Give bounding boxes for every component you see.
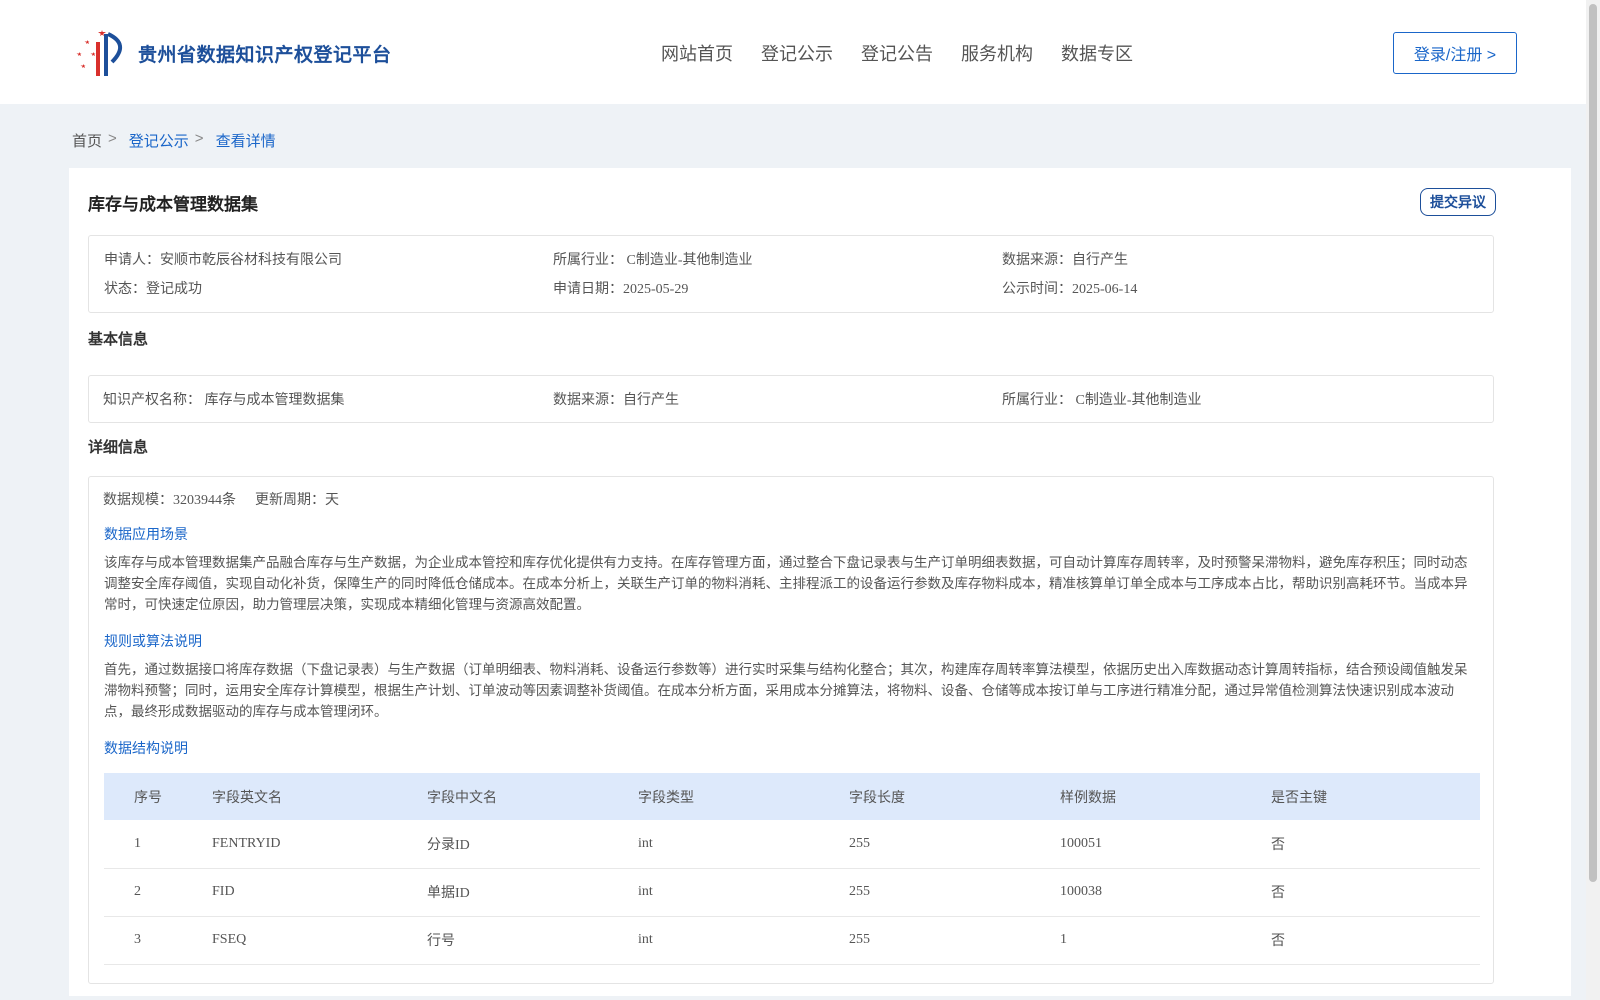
summary-box: 申请人：安顺市乾辰谷材科技有限公司 所属行业： C制造业-其他制造业 数据来源：… [88, 235, 1494, 313]
column-header-chinese-name: 字段中文名 [427, 790, 497, 806]
breadcrumb: 首页 > 登记公示 > 查看详情 [72, 130, 276, 151]
table-row: 2 FID 单据ID int 255 100038 否 [104, 868, 1480, 917]
cell-english-name: FSEQ [182, 916, 397, 965]
application-scene-heading: 数据应用场景 [104, 526, 188, 542]
breadcrumb-separator: > [108, 130, 117, 147]
breadcrumb-view-detail[interactable]: 查看详情 [216, 130, 276, 151]
detail-info-heading: 详细信息 [88, 440, 149, 456]
nav-item-service-agencies[interactable]: 服务机构 [961, 40, 1033, 66]
nav-item-data-zone[interactable]: 数据专区 [1061, 40, 1133, 66]
cell-chinese-name: 行号 [397, 916, 608, 965]
nav-item-registration-notice[interactable]: 登记公告 [861, 40, 933, 66]
ip-name-field: 知识产权名称： 库存与成本管理数据集 [103, 393, 345, 408]
application-scene-text: 该库存与成本管理数据集产品融合库存与生产数据，为企业成本管控和库存优化提供有力支… [104, 555, 1468, 612]
column-header-index: 序号 [134, 790, 162, 806]
detail-card: 库存与成本管理数据集 提交异议 申请人：安顺市乾辰谷材科技有限公司 所属行业： … [69, 168, 1571, 996]
industry-field: 所属行业： C制造业-其他制造业 [553, 253, 753, 268]
cell-index: 2 [104, 868, 182, 917]
cell-primary-key: 否 [1241, 820, 1480, 869]
column-header-sample-data: 样例数据 [1060, 790, 1116, 806]
site-brand-name: 贵州省数据知识产权登记平台 [138, 44, 392, 66]
nav-item-registration-publicity[interactable]: 登记公示 [761, 40, 833, 66]
detail-info-box: 数据规模：3203944条 更新周期：天 数据应用场景 该库存与成本管理数据集产… [88, 476, 1494, 984]
table-header-row: 序号 字段英文名 字段中文名 字段类型 字段长度 样例数据 是否主键 [104, 773, 1480, 820]
cell-field-length: 255 [819, 868, 1030, 917]
login-register-button[interactable]: 登录/注册 > [1393, 32, 1517, 74]
data-structure-heading: 数据结构说明 [104, 740, 188, 756]
cell-index: 3 [104, 916, 182, 965]
column-header-english-name: 字段英文名 [212, 790, 282, 806]
field-structure-table: 序号 字段英文名 字段中文名 字段类型 字段长度 样例数据 是否主键 1 FEN… [104, 773, 1480, 965]
cell-chinese-name: 分录ID [397, 820, 608, 869]
table-row: 1 FENTRYID 分录ID int 255 100051 否 [104, 820, 1480, 869]
column-header-field-length: 字段长度 [849, 790, 905, 806]
logo-emblem-icon [76, 30, 122, 76]
cell-chinese-name: 单据ID [397, 868, 608, 917]
applicant-field: 申请人：安顺市乾辰谷材科技有限公司 [104, 253, 342, 268]
apply-date-field: 申请日期：2025-05-29 [553, 282, 689, 297]
cell-english-name: FID [182, 868, 397, 917]
publish-date-field: 公示时间：2025-06-14 [1002, 282, 1138, 297]
cell-field-type: int [608, 916, 819, 965]
site-logo[interactable]: 贵州省数据知识产权登记平台 [72, 28, 392, 78]
scrollbar-thumb[interactable] [1589, 4, 1597, 882]
site-header: 贵州省数据知识产权登记平台 网站首页 登记公示 登记公告 服务机构 数据专区 登… [0, 0, 1586, 104]
cell-primary-key: 否 [1241, 868, 1480, 917]
nav-item-home[interactable]: 网站首页 [661, 40, 733, 66]
page-title: 库存与成本管理数据集 [88, 195, 258, 214]
data-source-field: 数据来源：自行产生 [1002, 253, 1128, 268]
cell-field-type: int [608, 820, 819, 869]
cell-sample-data: 100038 [1030, 868, 1241, 917]
basic-data-source-field: 数据来源：自行产生 [553, 393, 679, 408]
column-header-primary-key: 是否主键 [1271, 790, 1327, 806]
breadcrumb-registration-publicity[interactable]: 登记公示 [129, 130, 189, 151]
update-cycle-field: 更新周期：天 [255, 493, 339, 508]
rule-algorithm-heading: 规则或算法说明 [104, 633, 202, 649]
basic-info-box: 知识产权名称： 库存与成本管理数据集 数据来源：自行产生 所属行业： C制造业-… [88, 375, 1494, 423]
cell-field-type: int [608, 868, 819, 917]
cell-field-length: 255 [819, 820, 1030, 869]
basic-industry-field: 所属行业： C制造业-其他制造业 [1002, 393, 1202, 408]
status-field: 状态：登记成功 [104, 282, 202, 297]
data-scale-field: 数据规模：3203944条 [103, 493, 236, 508]
cell-field-length: 255 [819, 916, 1030, 965]
rule-algorithm-text: 首先，通过数据接口将库存数据（下盘记录表）与生产数据（订单明细表、物料消耗、设备… [104, 662, 1468, 719]
page-scrollbar[interactable] [1586, 0, 1600, 1000]
cell-index: 1 [104, 820, 182, 869]
cell-sample-data: 100051 [1030, 820, 1241, 869]
cell-sample-data: 1 [1030, 916, 1241, 965]
breadcrumb-separator: > [194, 130, 204, 147]
main-nav: 网站首页 登记公示 登记公告 服务机构 数据专区 [661, 40, 1133, 66]
basic-info-heading: 基本信息 [88, 332, 149, 348]
cell-primary-key: 否 [1241, 916, 1480, 965]
table-row: 3 FSEQ 行号 int 255 1 否 [104, 916, 1480, 965]
cell-english-name: FENTRYID [182, 820, 397, 869]
breadcrumb-home[interactable]: 首页 [72, 130, 102, 151]
submit-objection-button[interactable]: 提交异议 [1420, 188, 1496, 216]
column-header-field-type: 字段类型 [638, 790, 694, 806]
